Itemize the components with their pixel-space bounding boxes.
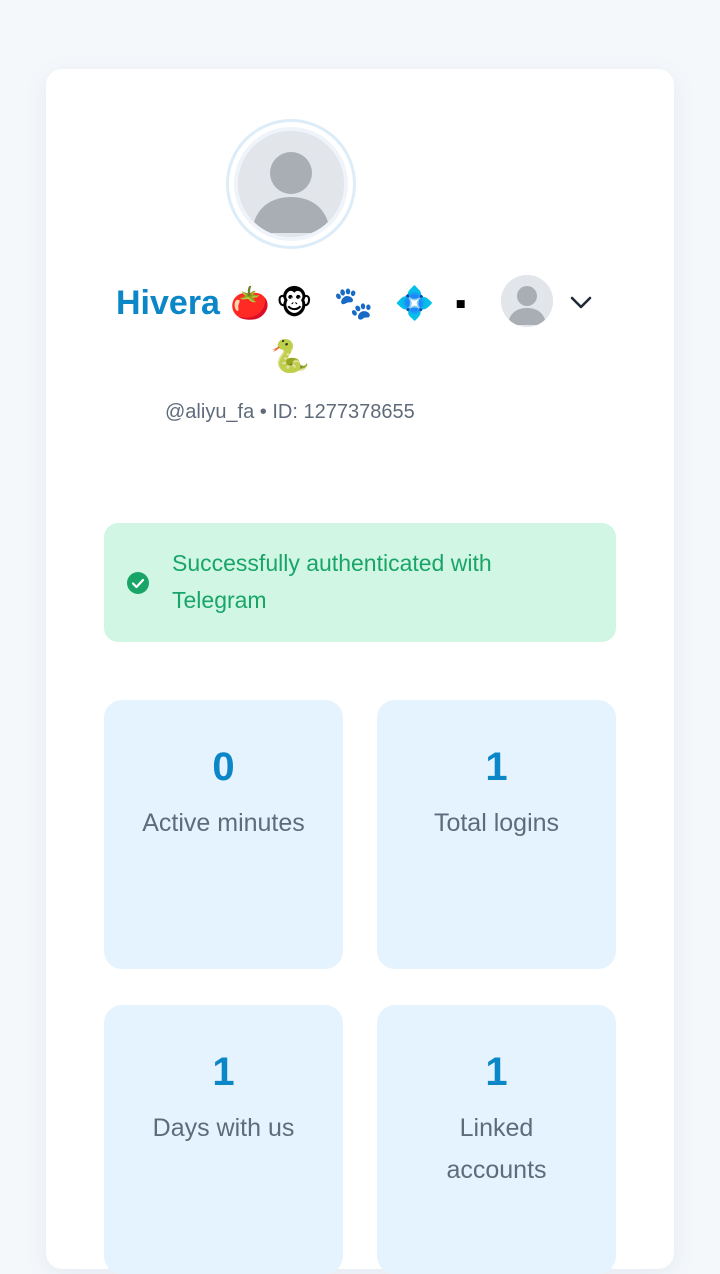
check-circle-icon bbox=[127, 572, 149, 594]
profile-avatar-ring bbox=[226, 119, 356, 249]
default-user-avatar-icon bbox=[238, 131, 344, 237]
account-menu-avatar[interactable] bbox=[501, 275, 553, 327]
auth-success-message: Successfully authenticated with Telegram bbox=[172, 550, 492, 613]
profile-name-row: Hivera 🍅🐵 🐾 💠 ▪ bbox=[116, 281, 536, 325]
profile-name-emojis: 🍅🐵 🐾 💠 ▪ bbox=[229, 285, 473, 321]
account-menu-toggle[interactable] bbox=[568, 289, 594, 315]
profile-avatar bbox=[234, 127, 348, 241]
stat-label: Active minutes bbox=[142, 809, 305, 837]
auth-success-alert: Successfully authenticated with Telegram bbox=[104, 523, 616, 642]
profile-name: Hivera bbox=[116, 284, 220, 322]
profile-card: Hivera 🍅🐵 🐾 💠 ▪ 🐍 @aliyu_fa • ID: 127737… bbox=[46, 69, 674, 1274]
stat-card-days-with-us: 1 Days with us bbox=[104, 1005, 343, 1274]
chevron-down-icon bbox=[570, 296, 592, 309]
profile-name-emojis-second-line: 🐍 bbox=[270, 338, 310, 374]
stat-value: 0 bbox=[212, 745, 235, 789]
stat-label: Linked accounts bbox=[446, 1114, 547, 1184]
user-avatar-icon bbox=[501, 275, 553, 327]
stat-card-linked-accounts: 1 Linked accounts bbox=[377, 1005, 616, 1274]
stat-value: 1 bbox=[485, 745, 508, 789]
stat-card-total-logins: 1 Total logins bbox=[377, 700, 616, 969]
stat-label: Total logins bbox=[433, 809, 560, 837]
stat-value: 1 bbox=[485, 1050, 508, 1094]
stat-card-active-minutes: 0 Active minutes bbox=[104, 700, 343, 969]
stat-label: Days with us bbox=[152, 1114, 295, 1142]
profile-handle-and-id: @aliyu_fa • ID: 1277378655 bbox=[165, 401, 415, 423]
stat-value: 1 bbox=[212, 1050, 235, 1094]
